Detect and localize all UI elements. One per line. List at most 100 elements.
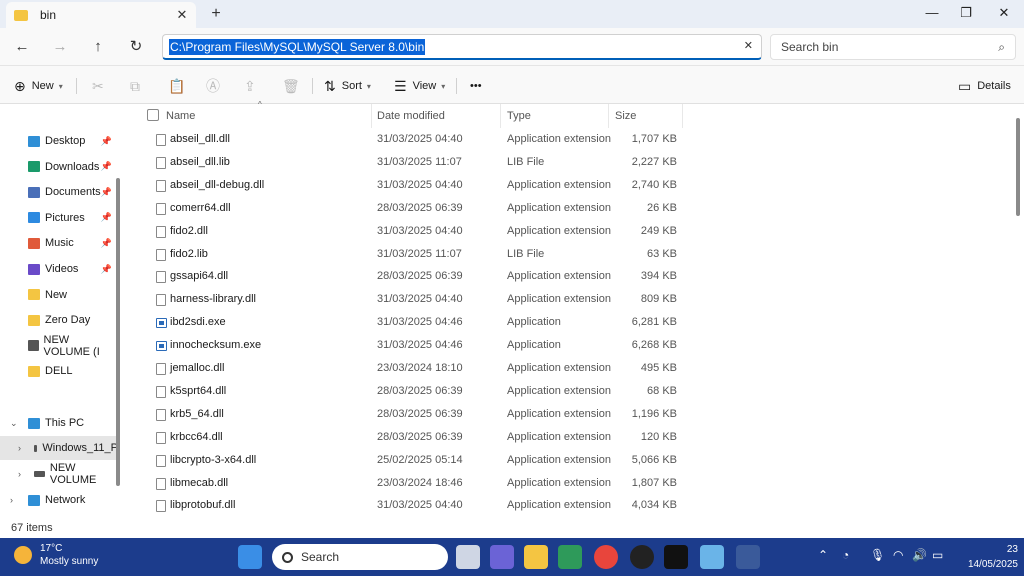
clock[interactable]: 23 14/05/2025 bbox=[968, 542, 1018, 572]
tab-bin[interactable]: bin ✕ bbox=[6, 2, 196, 28]
app-icon[interactable] bbox=[700, 545, 724, 569]
snipping-tool-icon[interactable] bbox=[736, 545, 760, 569]
rename-icon[interactable]: Ⓐ bbox=[206, 75, 226, 97]
microphone-icon[interactable]: 🎙 bbox=[870, 548, 885, 562]
file-row[interactable]: libprotobuf.dll 31/03/2025 04:40 Applicati… bbox=[125, 495, 685, 518]
chevron-right-icon[interactable]: › bbox=[10, 495, 13, 505]
sidebar-item-zero-day[interactable]: Zero Day bbox=[0, 308, 118, 332]
refresh-icon[interactable]: ↻ bbox=[124, 36, 148, 58]
sidebar-item-downloads[interactable]: Downloads 📌 bbox=[0, 155, 118, 179]
sidebar-item-dell[interactable]: DELL bbox=[0, 359, 118, 383]
battery-icon[interactable]: ▭ bbox=[932, 548, 943, 562]
address-path-text: C:\Program Files\MySQL\MySQL Server 8.0\… bbox=[169, 38, 426, 55]
task-view-icon[interactable] bbox=[456, 545, 480, 569]
application-icon bbox=[156, 341, 167, 352]
file-row[interactable]: abseil_dll.dll 31/03/2025 04:40 Applicatio… bbox=[125, 129, 685, 152]
file-row[interactable]: gssapi64.dll 28/03/2025 06:39 Application … bbox=[125, 266, 685, 289]
sort-button[interactable]: ⇅ Sort ▾ bbox=[324, 75, 371, 97]
more-options-button[interactable]: ••• bbox=[470, 75, 482, 97]
forward-arrow-icon[interactable]: → bbox=[48, 36, 72, 58]
taskbar-search[interactable]: Search bbox=[272, 544, 448, 570]
column-header: ^ Name Date modified Type Size bbox=[125, 100, 685, 128]
sidebar-item-documents[interactable]: Documents 📌 bbox=[0, 180, 118, 204]
sidebar-item-desktop[interactable]: Desktop 📌 bbox=[0, 129, 118, 153]
file-list-scrollbar[interactable] bbox=[1016, 118, 1020, 216]
chrome-icon[interactable] bbox=[594, 545, 618, 569]
sidebar-item-pictures[interactable]: Pictures 📌 bbox=[0, 206, 118, 230]
back-arrow-icon[interactable]: ← bbox=[10, 36, 34, 58]
view-label: View bbox=[412, 80, 437, 92]
address-input[interactable]: C:\Program Files\MySQL\MySQL Server 8.0\… bbox=[162, 34, 762, 60]
file-row[interactable]: abseil_dll-debug.dll 31/03/2025 04:40 Appl… bbox=[125, 175, 685, 198]
details-button[interactable]: ▭ Details bbox=[958, 75, 1011, 97]
file-row[interactable]: k5sprt64.dll 28/03/2025 06:39 Application … bbox=[125, 381, 685, 404]
search-input[interactable]: Search bin ⌕ bbox=[770, 34, 1016, 60]
file-row[interactable]: comerr64.dll 28/03/2025 06:39 Application … bbox=[125, 198, 685, 221]
file-row[interactable]: libmecab.dll 23/03/2024 18:46 Application … bbox=[125, 473, 685, 496]
sidebar-scrollbar[interactable] bbox=[116, 178, 120, 486]
share-icon[interactable]: ⇪ bbox=[244, 75, 262, 97]
clear-address-icon[interactable]: ✕ bbox=[744, 39, 753, 52]
view-button[interactable]: ☰ View ▾ bbox=[394, 75, 445, 97]
close-button[interactable]: ✕ bbox=[986, 0, 1022, 28]
column-name[interactable]: Name bbox=[162, 104, 372, 128]
file-row[interactable]: libcrypto-3-x64.dll 25/02/2025 05:14 Appli… bbox=[125, 450, 685, 473]
sidebar-item-label: Videos bbox=[45, 263, 79, 275]
chevron-right-icon[interactable]: › bbox=[18, 443, 21, 453]
file-row[interactable]: ibd2sdi.exe 31/03/2025 04:46 Application 6,… bbox=[125, 312, 685, 335]
security-icon[interactable]: ◔ bbox=[842, 548, 849, 562]
up-arrow-icon[interactable]: ↑ bbox=[86, 36, 110, 58]
file-date-modified: 28/03/2025 06:39 bbox=[377, 201, 463, 214]
file-row[interactable]: jemalloc.dll 23/03/2024 18:10 Application … bbox=[125, 358, 685, 381]
file-row[interactable]: krb5_64.dll 28/03/2025 06:39 Application e… bbox=[125, 404, 685, 427]
new-button[interactable]: ⊕ New ▾ bbox=[14, 75, 63, 97]
sidebar-item-network[interactable]: › Network bbox=[0, 488, 118, 512]
maximize-button[interactable]: ❐ bbox=[948, 0, 984, 28]
start-icon[interactable] bbox=[238, 545, 262, 569]
volume-icon[interactable]: 🔊 bbox=[912, 548, 927, 562]
tab-close-icon[interactable]: ✕ bbox=[172, 7, 192, 23]
column-date-modified[interactable]: Date modified bbox=[373, 104, 501, 128]
file-name: jemalloc.dll bbox=[170, 362, 225, 374]
sidebar-item-new-volume[interactable]: › NEW VOLUME bbox=[0, 462, 118, 486]
sidebar-item-windows-drive[interactable]: › Windows_11_P bbox=[0, 436, 118, 460]
obs-icon[interactable] bbox=[630, 545, 654, 569]
weather-widget[interactable]: 17°C Mostly sunny bbox=[14, 542, 98, 568]
pin-icon: 📌 bbox=[100, 212, 112, 223]
column-size[interactable]: Size bbox=[611, 104, 683, 128]
sidebar-item-music[interactable]: Music 📌 bbox=[0, 231, 118, 255]
dll-file-icon bbox=[156, 385, 166, 398]
file-row[interactable]: innochecksum.exe 31/03/2025 04:46 Applicat… bbox=[125, 335, 685, 358]
new-tab-button[interactable]: + bbox=[206, 4, 226, 24]
chevron-down-icon[interactable]: ⌄ bbox=[10, 418, 18, 429]
pycharm-icon[interactable] bbox=[664, 545, 688, 569]
chevron-up-icon[interactable]: ⌃ bbox=[818, 548, 828, 562]
file-row[interactable]: krbcc64.dll 28/03/2025 06:39 Application e… bbox=[125, 427, 685, 450]
file-row[interactable]: fido2.dll 31/03/2025 04:40 Application ext… bbox=[125, 221, 685, 244]
paste-icon[interactable]: 📋 bbox=[168, 75, 191, 97]
column-type[interactable]: Type bbox=[503, 104, 609, 128]
file-date-modified: 23/03/2024 18:46 bbox=[377, 476, 463, 489]
copy-icon[interactable]: ⧉ bbox=[130, 75, 146, 97]
file-explorer-icon[interactable] bbox=[524, 545, 548, 569]
file-date-modified: 31/03/2025 04:46 bbox=[377, 316, 463, 329]
chevron-right-icon[interactable]: › bbox=[18, 469, 21, 479]
teams-icon[interactable] bbox=[490, 545, 514, 569]
search-placeholder: Search bin bbox=[781, 40, 839, 54]
minimize-button[interactable]: — bbox=[914, 0, 950, 28]
delete-icon[interactable]: 🗑 bbox=[282, 75, 306, 97]
sidebar-item-this-pc[interactable]: ⌄ This PC bbox=[0, 411, 118, 435]
sidebar-item-videos[interactable]: Videos 📌 bbox=[0, 257, 118, 281]
file-row[interactable]: fido2.lib 31/03/2025 11:07 LIB File 63 KB bbox=[125, 244, 685, 267]
select-all-checkbox[interactable] bbox=[147, 109, 159, 121]
cut-icon[interactable]: ✂ bbox=[92, 75, 110, 97]
sidebar-item-new-volume-i[interactable]: NEW VOLUME (I bbox=[0, 334, 118, 358]
store-icon[interactable] bbox=[558, 545, 582, 569]
sidebar-item-label: Windows_11_P bbox=[42, 442, 118, 454]
file-row[interactable]: harness-library.dll 31/03/2025 04:40 Appli… bbox=[125, 289, 685, 312]
file-type: Application extension bbox=[507, 430, 611, 443]
pin-icon: 📌 bbox=[100, 263, 112, 274]
wifi-icon[interactable]: ◠ bbox=[893, 548, 903, 562]
file-row[interactable]: abseil_dll.lib 31/03/2025 11:07 LIB File 2,… bbox=[125, 152, 685, 175]
sidebar-item-new[interactable]: New bbox=[0, 283, 118, 307]
